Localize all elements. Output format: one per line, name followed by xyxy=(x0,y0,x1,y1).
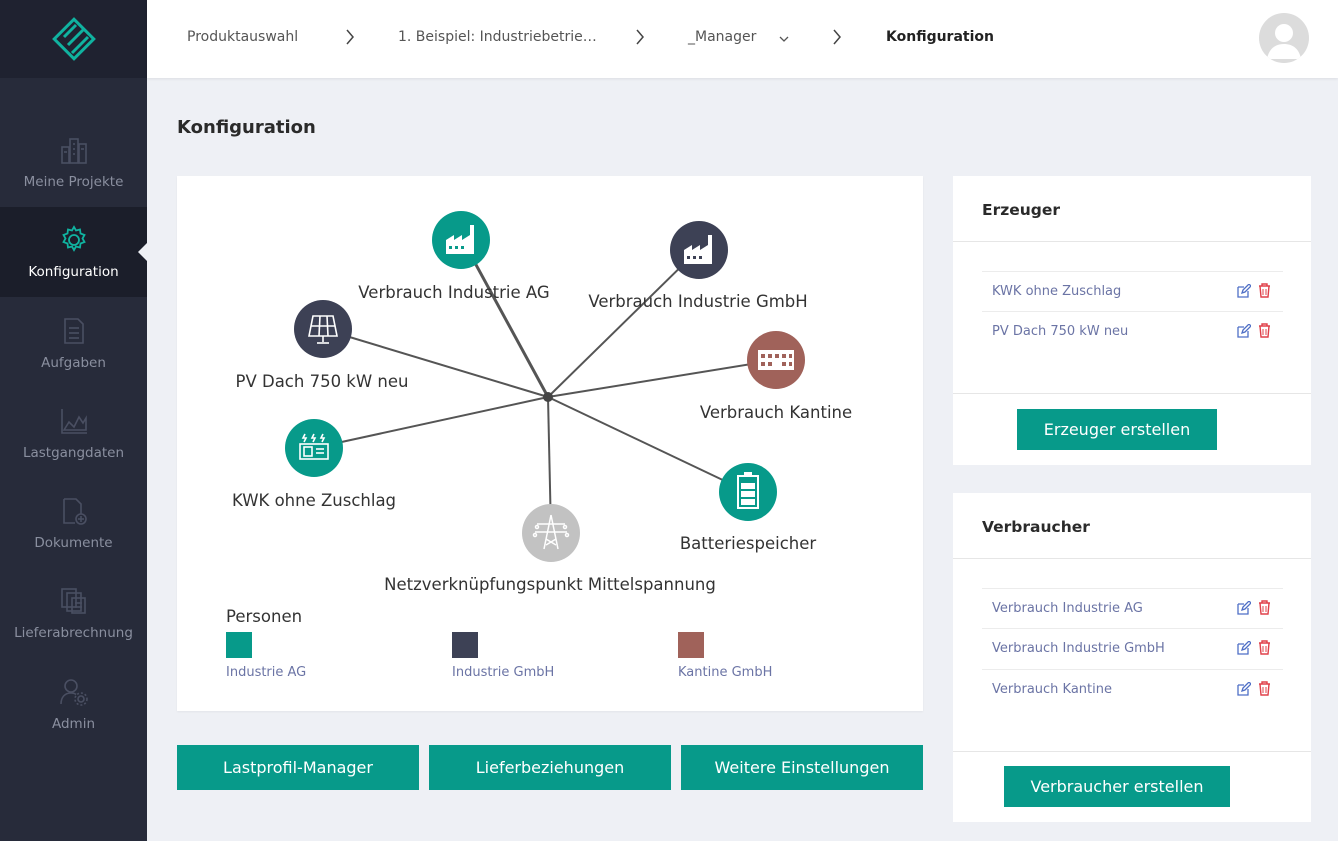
document-add-icon xyxy=(58,495,90,527)
edit-icon[interactable] xyxy=(1237,601,1251,615)
sidebar-item-lieferabrechnung[interactable]: Lieferabrechnung xyxy=(0,568,147,658)
node-kwk[interactable] xyxy=(285,419,343,477)
weitere-einstellungen-button[interactable]: Weitere Einstellungen xyxy=(681,745,923,790)
breadcrumb-current: Konfiguration xyxy=(886,29,994,45)
erzeuger-panel: Erzeuger KWK ohne Zuschlag PV Dach 750 k… xyxy=(953,176,1311,465)
erzeuger-title: Erzeuger xyxy=(982,201,1061,219)
verbraucher-title: Verbraucher xyxy=(982,518,1090,536)
verbraucher-erstellen-button[interactable]: Verbraucher erstellen xyxy=(1004,766,1230,807)
top-header: Produktauswahl 1. Beispiel: Industriebet… xyxy=(147,0,1338,78)
invoice-stack-icon xyxy=(58,585,90,617)
breadcrumb-manager[interactable]: _Manager xyxy=(688,29,756,45)
edit-icon[interactable] xyxy=(1237,641,1251,655)
sidebar-item-dokumente[interactable]: Dokumente xyxy=(0,478,147,568)
verbraucher-item-label[interactable]: Verbrauch Kantine xyxy=(992,682,1112,697)
sidebar-item-label: Meine Projekte xyxy=(23,174,124,190)
node-verbrauch-kantine[interactable] xyxy=(747,331,805,389)
verbraucher-panel: Verbraucher Verbrauch Industrie AG Verbr… xyxy=(953,493,1311,822)
divider xyxy=(953,751,1311,752)
legend-label: Kantine GmbH xyxy=(678,665,773,680)
logo-icon xyxy=(51,17,96,61)
node-verbrauch-industrie-gmbh[interactable] xyxy=(670,221,728,279)
verbraucher-item-label[interactable]: Verbrauch Industrie GmbH xyxy=(992,641,1165,656)
edge-kwk xyxy=(313,396,549,449)
sidebar-item-aufgaben[interactable]: Aufgaben xyxy=(0,298,147,388)
list-item: Verbrauch Industrie GmbH xyxy=(982,628,1283,668)
sidebar-item-label: Admin xyxy=(51,716,96,732)
gear-icon xyxy=(58,224,90,256)
delete-icon[interactable] xyxy=(1258,600,1271,615)
legend-swatch xyxy=(452,632,478,658)
erzeuger-item-label[interactable]: PV Dach 750 kW neu xyxy=(992,324,1128,339)
sidebar-item-label: Lieferabrechnung xyxy=(14,625,133,641)
node-label: Verbrauch Industrie AG xyxy=(358,283,550,302)
city-icon xyxy=(58,134,90,166)
legend-title: Personen xyxy=(226,607,303,626)
verbraucher-item-label[interactable]: Verbrauch Industrie AG xyxy=(992,601,1143,616)
legend-label: Industrie GmbH xyxy=(452,665,555,680)
list-item: PV Dach 750 kW neu xyxy=(982,311,1283,351)
page-title: Konfiguration xyxy=(177,117,316,138)
sidebar: Meine Projekte Konfiguration Aufgaben La… xyxy=(0,0,147,841)
sidebar-item-meine-projekte[interactable]: Meine Projekte xyxy=(0,117,147,207)
user-icon xyxy=(1267,24,1301,59)
breadcrumb-produktauswahl[interactable]: Produktauswahl xyxy=(187,29,298,45)
sidebar-item-konfiguration[interactable]: Konfiguration xyxy=(0,207,147,297)
erzeuger-erstellen-button[interactable]: Erzeuger erstellen xyxy=(1017,409,1217,450)
node-batteriespeicher[interactable] xyxy=(719,463,777,521)
node-label: Verbrauch Kantine xyxy=(699,403,853,422)
node-netzverknuepfungspunkt[interactable] xyxy=(522,504,580,562)
legend-label: Industrie AG xyxy=(226,665,307,680)
node-verbrauch-industrie-ag[interactable] xyxy=(432,211,490,269)
list-item: Verbrauch Industrie AG xyxy=(982,588,1283,628)
area-chart-icon xyxy=(58,405,90,437)
app-logo[interactable] xyxy=(0,0,147,78)
node-label: PV Dach 750 kW neu xyxy=(235,372,409,391)
hub-node xyxy=(543,392,553,402)
sidebar-item-label: Dokumente xyxy=(34,535,113,551)
building-icon xyxy=(758,350,794,370)
edit-icon[interactable] xyxy=(1237,324,1251,338)
erzeuger-item-label[interactable]: KWK ohne Zuschlag xyxy=(992,284,1121,299)
sidebar-item-label: Lastgangdaten xyxy=(22,445,125,461)
task-list-icon xyxy=(58,315,90,347)
node-label: Batteriespeicher xyxy=(679,534,817,553)
delete-icon[interactable] xyxy=(1258,640,1271,655)
avatar[interactable] xyxy=(1259,13,1309,63)
sidebar-item-lastgangdaten[interactable]: Lastgangdaten xyxy=(0,388,147,478)
legend-swatch xyxy=(678,632,704,658)
sidebar-item-label: Konfiguration xyxy=(28,264,119,280)
chevron-right-icon xyxy=(833,29,841,45)
sidebar-item-admin[interactable]: Admin xyxy=(0,659,147,749)
chevron-right-icon xyxy=(636,29,644,45)
edit-icon[interactable] xyxy=(1237,682,1251,696)
edge-kantine xyxy=(547,359,777,398)
divider xyxy=(953,393,1311,394)
edge-industrie-gmbh xyxy=(547,248,700,398)
divider xyxy=(953,558,1311,559)
legend-swatch xyxy=(226,632,252,658)
list-item: KWK ohne Zuschlag xyxy=(982,271,1283,311)
node-pv-dach[interactable] xyxy=(294,300,352,358)
divider xyxy=(953,241,1311,242)
delete-icon[interactable] xyxy=(1258,323,1271,338)
chevron-down-icon[interactable] xyxy=(779,36,789,43)
node-label: KWK ohne Zuschlag xyxy=(231,491,397,510)
breadcrumb-project[interactable]: 1. Beispiel: Industriebetrie… xyxy=(398,29,597,45)
sidebar-item-label: Aufgaben xyxy=(41,355,106,371)
delete-icon[interactable] xyxy=(1258,681,1271,696)
node-label: Verbrauch Industrie GmbH xyxy=(588,292,808,311)
network-diagram: Verbrauch Industrie AG Verbrauch Industr… xyxy=(177,176,923,711)
user-settings-icon xyxy=(58,676,90,708)
lastprofil-manager-button[interactable]: Lastprofil-Manager xyxy=(177,745,419,790)
edit-icon[interactable] xyxy=(1237,284,1251,298)
lieferbeziehungen-button[interactable]: Lieferbeziehungen xyxy=(429,745,671,790)
list-item: Verbrauch Kantine xyxy=(982,669,1283,709)
chevron-right-icon xyxy=(346,29,354,45)
network-graph xyxy=(285,211,805,562)
node-label: Netzverknüpfungspunkt Mittelspannung xyxy=(384,575,716,594)
delete-icon[interactable] xyxy=(1258,283,1271,298)
